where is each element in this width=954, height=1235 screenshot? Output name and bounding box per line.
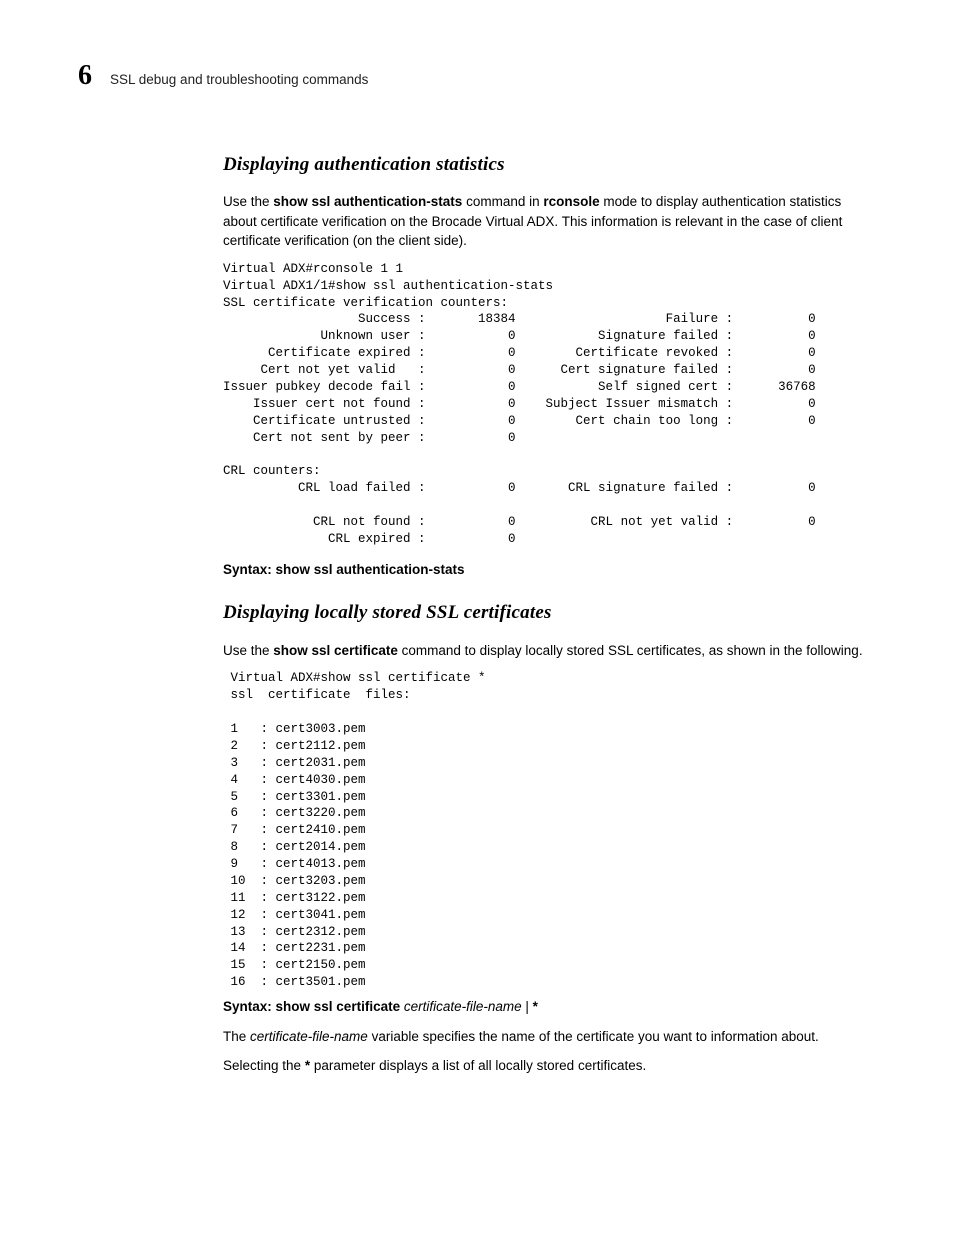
syntax-pipe: | (525, 999, 532, 1014)
var-cert-file-name: certificate-file-name (250, 1029, 368, 1044)
syntax-ssl-cert: Syntax: show ssl certificate certificate… (223, 997, 876, 1017)
cmd-show-ssl-auth: show ssl authentication-stats (273, 194, 462, 209)
text: Selecting the (223, 1058, 305, 1073)
section-heading-auth-stats: Displaying authentication statistics (223, 151, 876, 179)
ssl-cert-note-1: The certificate-file-name variable speci… (223, 1027, 876, 1047)
page-content: Displaying authentication statistics Use… (223, 151, 876, 1076)
auth-stats-intro: Use the show ssl authentication-stats co… (223, 192, 876, 251)
ssl-cert-note-2: Selecting the * parameter displays a lis… (223, 1056, 876, 1076)
text: command in (462, 194, 543, 209)
terminal-output-auth-stats: Virtual ADX#rconsole 1 1 Virtual ADX1/1#… (223, 261, 876, 548)
chapter-number: 6 (78, 56, 92, 97)
text: Use the (223, 194, 273, 209)
syntax-label: Syntax: (223, 562, 276, 577)
syntax-cmd: show ssl certificate (276, 999, 401, 1014)
text: variable specifies the name of the certi… (368, 1029, 819, 1044)
text: Use the (223, 643, 273, 658)
text: The (223, 1029, 250, 1044)
text: command to display locally stored SSL ce… (398, 643, 863, 658)
syntax-cmd: show ssl authentication-stats (276, 562, 465, 577)
syntax-auth-stats: Syntax: show ssl authentication-stats (223, 560, 876, 580)
page-header: 6 SSL debug and troubleshooting commands (78, 56, 876, 97)
cmd-rconsole: rconsole (543, 194, 599, 209)
cmd-show-ssl-cert: show ssl certificate (273, 643, 398, 658)
syntax-var: certificate-file-name (400, 999, 525, 1014)
syntax-star: * (533, 999, 538, 1014)
ssl-certs-intro: Use the show ssl certificate command to … (223, 641, 876, 661)
header-title: SSL debug and troubleshooting commands (110, 70, 368, 90)
text: parameter displays a list of all locally… (310, 1058, 646, 1073)
section-heading-ssl-certs: Displaying locally stored SSL certificat… (223, 599, 876, 627)
syntax-label: Syntax: (223, 999, 276, 1014)
terminal-output-ssl-certs: Virtual ADX#show ssl certificate * ssl c… (223, 670, 876, 991)
